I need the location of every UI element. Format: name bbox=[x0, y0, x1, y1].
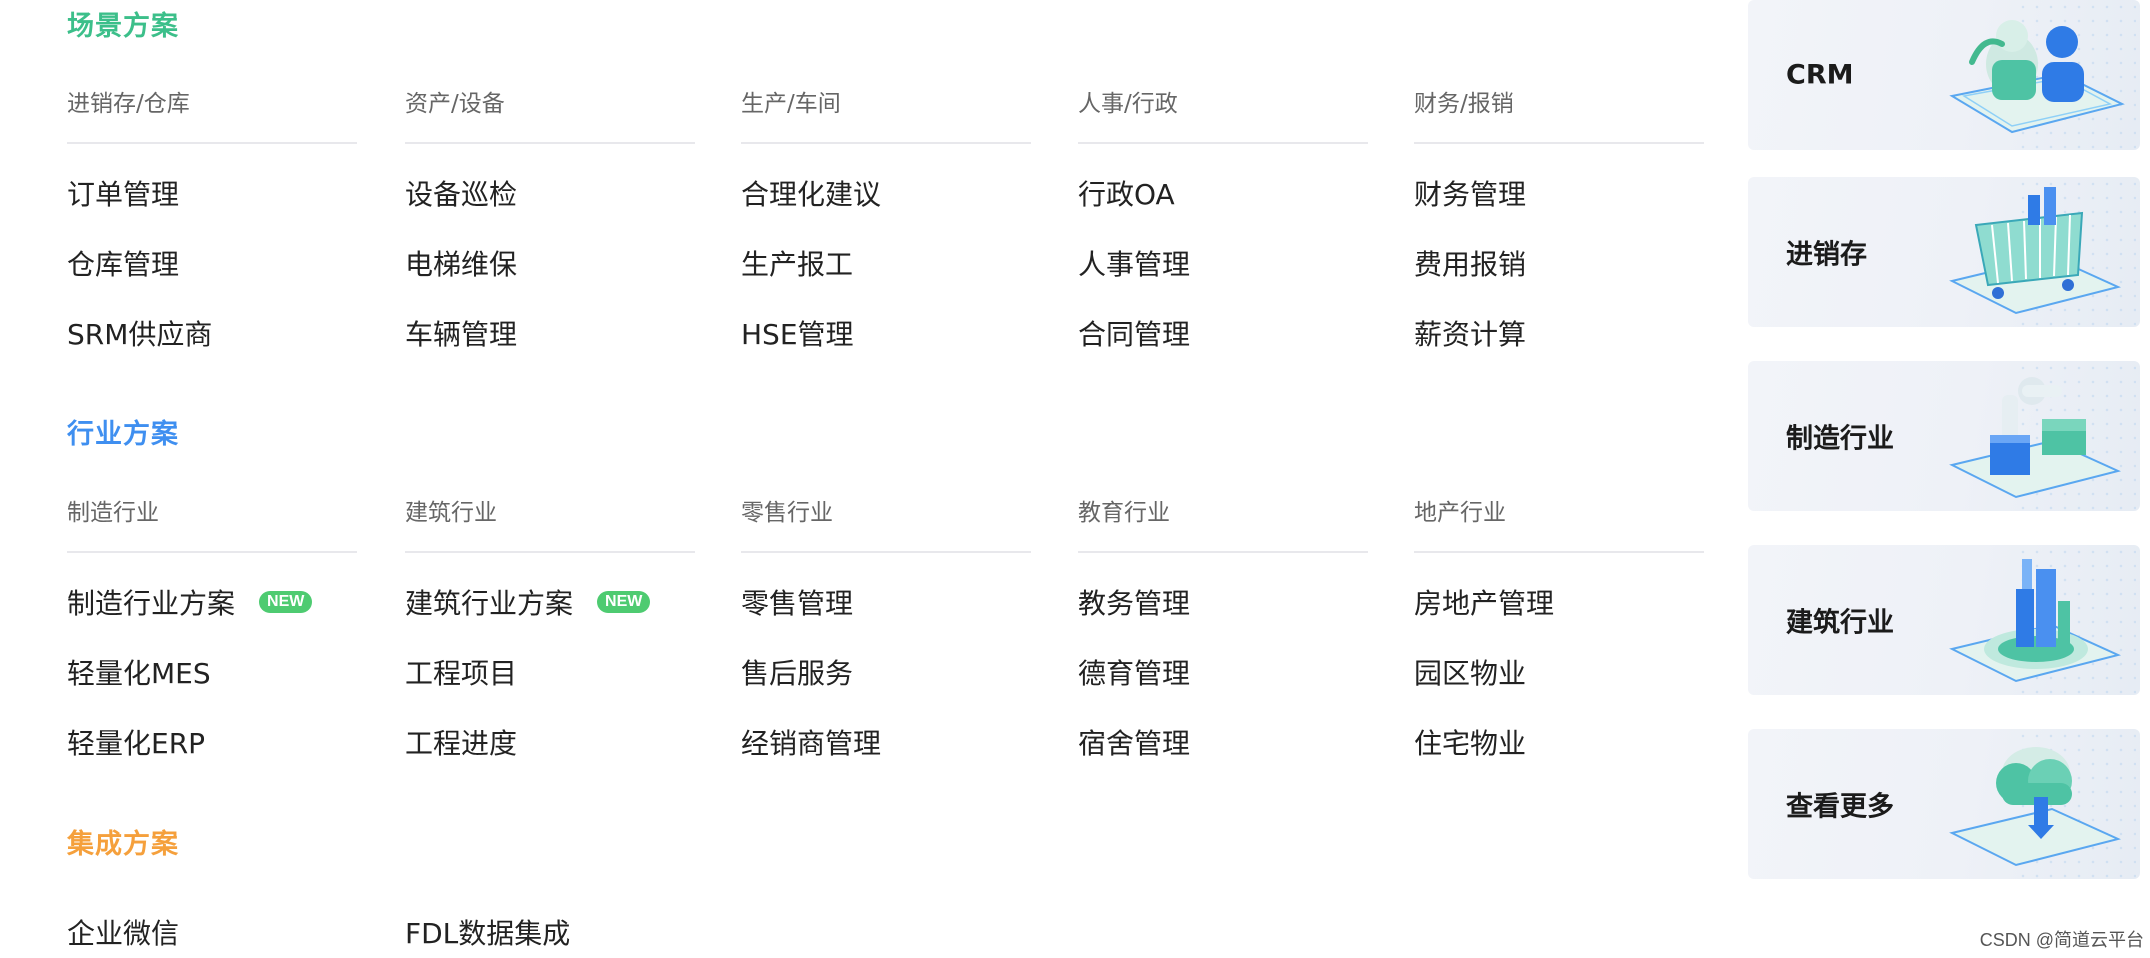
card-label: 查看更多 bbox=[1786, 791, 1894, 823]
menu-link-contract-management[interactable]: 合同管理 bbox=[1078, 313, 1190, 353]
menu-link-warehouse-management[interactable]: 仓库管理 bbox=[67, 243, 179, 283]
column-header: 生产/车间 bbox=[741, 91, 841, 117]
menu-link-hse-management[interactable]: HSE管理 bbox=[741, 313, 854, 353]
new-badge: NEW bbox=[259, 591, 313, 613]
menu-link-fdl-data-integration[interactable]: FDL数据集成 bbox=[405, 912, 570, 952]
card-crm[interactable]: CRM bbox=[1748, 0, 2140, 150]
column-header: 建筑行业 bbox=[405, 500, 497, 526]
menu-link-salary-calculation[interactable]: 薪资计算 bbox=[1414, 313, 1526, 353]
column-header: 制造行业 bbox=[67, 500, 159, 526]
card-manufacturing[interactable]: 制造行业 bbox=[1748, 361, 2140, 511]
new-badge: NEW bbox=[597, 591, 651, 613]
menu-link-manufacturing-solution[interactable]: 制造行业方案 NEW bbox=[67, 582, 313, 622]
divider bbox=[741, 142, 1031, 144]
menu-link-engineering-progress[interactable]: 工程进度 bbox=[405, 722, 517, 762]
menu-link-finance-management[interactable]: 财务管理 bbox=[1414, 173, 1526, 213]
card-view-more[interactable]: 查看更多 bbox=[1748, 729, 2140, 879]
menu-link-after-sales[interactable]: 售后服务 bbox=[741, 652, 853, 692]
card-inventory[interactable]: 进销存 bbox=[1748, 177, 2140, 327]
menu-link-wecom[interactable]: 企业微信 bbox=[67, 912, 179, 952]
divider bbox=[67, 142, 357, 144]
divider bbox=[741, 551, 1031, 553]
menu-link-construction-solution[interactable]: 建筑行业方案 NEW bbox=[405, 582, 651, 622]
column-header: 教育行业 bbox=[1078, 500, 1170, 526]
section-title-integration: 集成方案 bbox=[67, 829, 179, 860]
menu-link-academic-affairs[interactable]: 教务管理 bbox=[1078, 582, 1190, 622]
divider bbox=[1414, 551, 1704, 553]
menu-link-vehicle-management[interactable]: 车辆管理 bbox=[405, 313, 517, 353]
watermark: CSDN @简道云平台 bbox=[1979, 930, 2144, 950]
menu-link-production-report[interactable]: 生产报工 bbox=[741, 243, 853, 283]
menu-link-equipment-inspection[interactable]: 设备巡检 bbox=[405, 173, 517, 213]
menu-link-order-management[interactable]: 订单管理 bbox=[67, 173, 179, 213]
cloud-icon bbox=[1949, 747, 2122, 867]
shopping-cart-icon bbox=[1949, 187, 2122, 315]
card-label: 建筑行业 bbox=[1786, 607, 1894, 639]
menu-link-park-property[interactable]: 园区物业 bbox=[1414, 652, 1526, 692]
menu-link-residential-property[interactable]: 住宅物业 bbox=[1414, 722, 1526, 762]
divider bbox=[405, 551, 695, 553]
menu-link-dormitory-management[interactable]: 宿舍管理 bbox=[1078, 722, 1190, 762]
menu-link-elevator-maintenance[interactable]: 电梯维保 bbox=[405, 243, 517, 283]
divider bbox=[1078, 551, 1368, 553]
card-label: 进销存 bbox=[1786, 239, 1867, 271]
section-title-industry: 行业方案 bbox=[67, 419, 179, 450]
card-label: 制造行业 bbox=[1786, 423, 1894, 455]
column-header: 资产/设备 bbox=[405, 91, 505, 117]
column-header: 人事/行政 bbox=[1078, 91, 1178, 117]
column-header: 地产行业 bbox=[1414, 500, 1506, 526]
menu-link-expense-reimbursement[interactable]: 费用报销 bbox=[1414, 243, 1526, 283]
menu-link-srm-supplier[interactable]: SRM供应商 bbox=[67, 313, 212, 353]
menu-link-engineering-project[interactable]: 工程项目 bbox=[405, 652, 517, 692]
building-icon bbox=[1949, 559, 2122, 683]
section-title-scenario: 场景方案 bbox=[67, 11, 179, 42]
menu-link-lightweight-erp[interactable]: 轻量化ERP bbox=[67, 722, 205, 762]
menu-link-lightweight-mes[interactable]: 轻量化MES bbox=[67, 652, 211, 692]
divider bbox=[67, 551, 357, 553]
solutions-menu: 场景方案 进销存/仓库 资产/设备 生产/车间 人事/行政 财务/报销 订单管理… bbox=[0, 0, 1740, 958]
menu-link-retail-management[interactable]: 零售管理 bbox=[741, 582, 853, 622]
menu-link-admin-oa[interactable]: 行政OA bbox=[1078, 173, 1175, 213]
card-construction[interactable]: 建筑行业 bbox=[1748, 545, 2140, 695]
menu-link-suggestions[interactable]: 合理化建议 bbox=[741, 173, 881, 213]
card-label: CRM bbox=[1786, 59, 1854, 91]
column-header: 财务/报销 bbox=[1414, 91, 1514, 117]
crm-people-icon bbox=[1949, 20, 2125, 134]
column-header: 零售行业 bbox=[741, 500, 833, 526]
menu-link-moral-education[interactable]: 德育管理 bbox=[1078, 652, 1190, 692]
divider bbox=[1414, 142, 1704, 144]
divider bbox=[1078, 142, 1368, 144]
menu-link-hr-management[interactable]: 人事管理 bbox=[1078, 243, 1190, 283]
divider bbox=[405, 142, 695, 144]
column-header: 进销存/仓库 bbox=[67, 91, 190, 117]
robot-arm-icon bbox=[1949, 377, 2122, 499]
menu-link-real-estate[interactable]: 房地产管理 bbox=[1414, 582, 1554, 622]
menu-link-dealer-management[interactable]: 经销商管理 bbox=[741, 722, 881, 762]
